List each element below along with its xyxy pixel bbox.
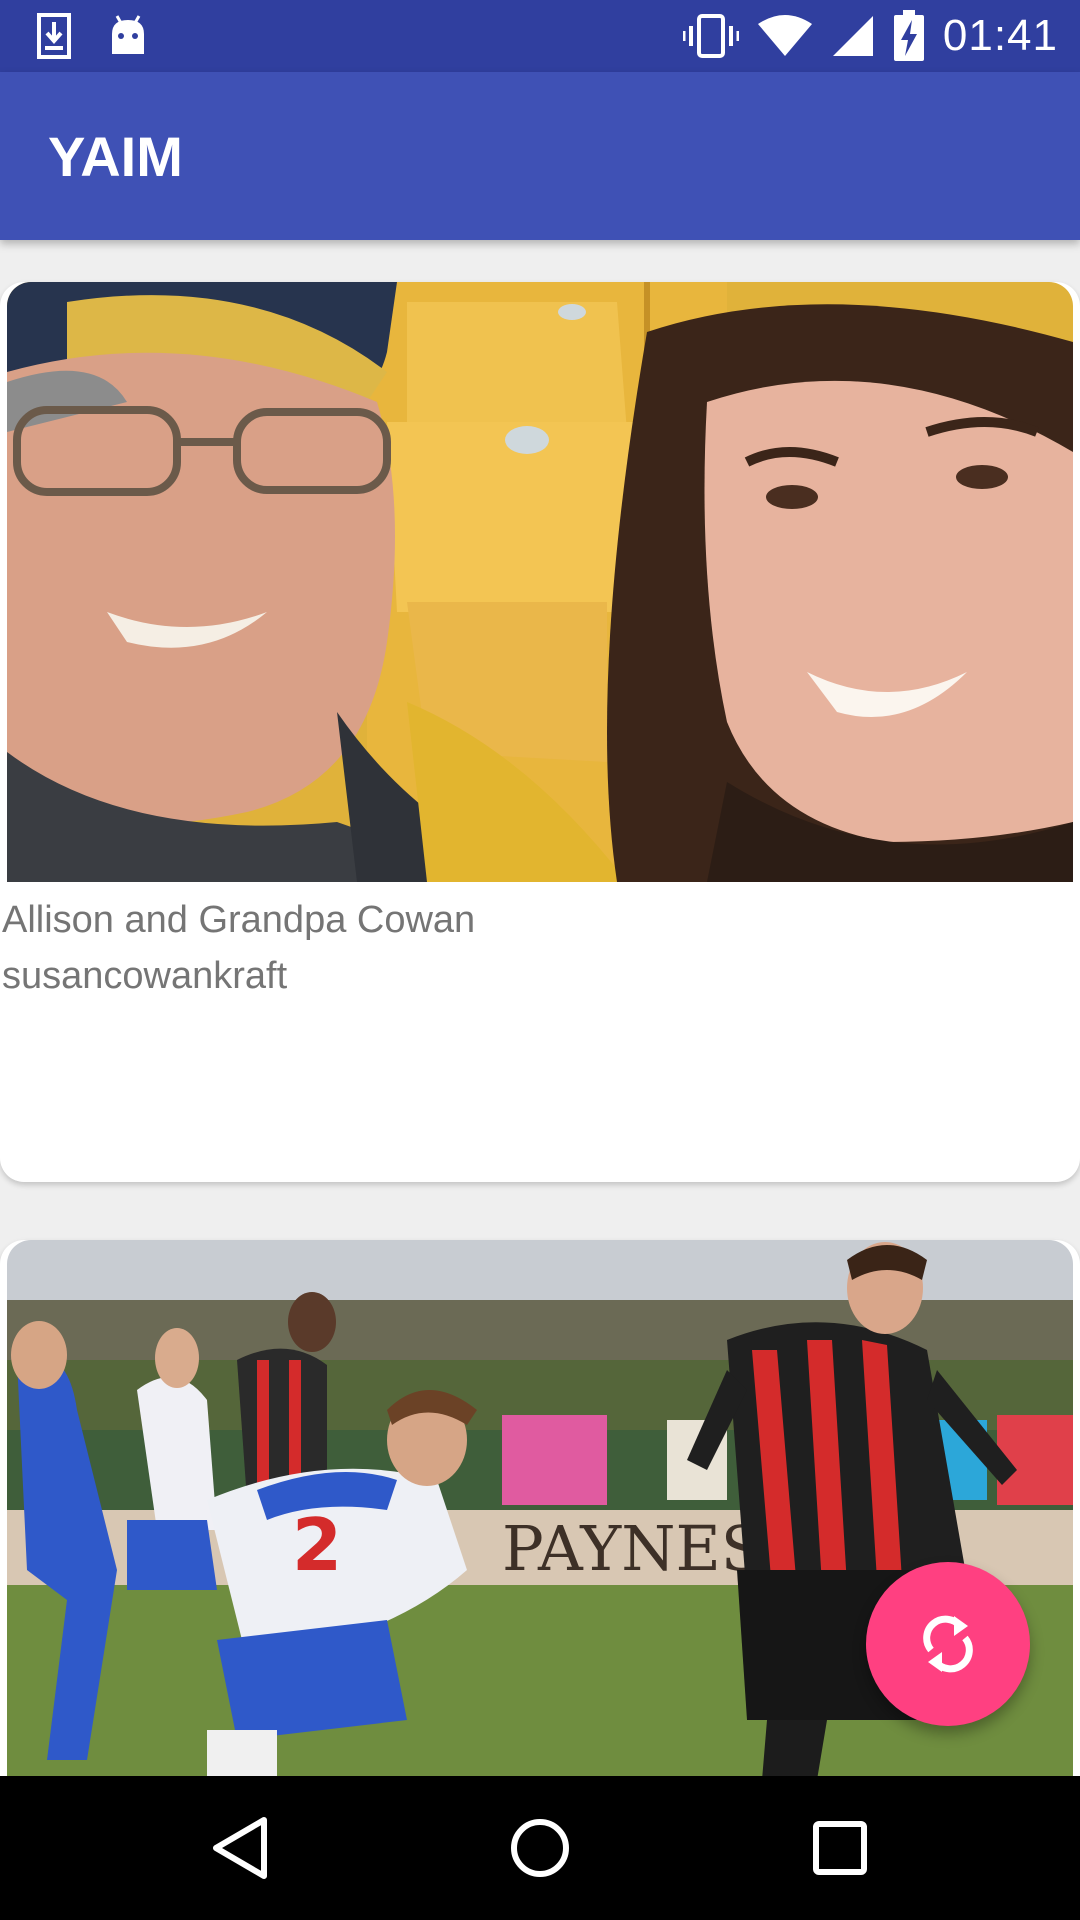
android-icon	[112, 15, 144, 54]
home-button[interactable]	[504, 1812, 576, 1884]
status-time: 01:41	[942, 11, 1058, 60]
signal-icon	[832, 16, 873, 56]
jersey-number: 2	[292, 1503, 342, 1587]
recents-button[interactable]	[804, 1812, 876, 1884]
back-icon	[213, 1817, 267, 1879]
ad-board-text: PAYNES	[502, 1512, 763, 1585]
recents-icon	[813, 1821, 867, 1875]
refresh-button[interactable]	[866, 1562, 1030, 1726]
download-icon	[37, 13, 71, 59]
feed-card[interactable]: Allison and Grandpa Cowan susancowankraf…	[0, 282, 1080, 1182]
screen: 01:41 YAIM Allison and Grandpa Cowan sus…	[0, 0, 1080, 1920]
navigation-bar	[0, 1776, 1080, 1920]
app-title: YAIM	[48, 125, 183, 188]
refresh-icon	[923, 1615, 973, 1673]
wifi-icon	[757, 15, 812, 56]
home-icon	[511, 1819, 569, 1877]
image-feed[interactable]: Allison and Grandpa Cowan susancowankraf…	[0, 240, 1080, 1776]
back-button[interactable]	[204, 1812, 276, 1884]
battery-charging-icon	[893, 10, 924, 61]
vibrate-icon	[682, 14, 739, 58]
card-author[interactable]: susancowankraft	[2, 948, 475, 1004]
card-title: Allison and Grandpa Cowan	[2, 899, 476, 941]
selfie-photo[interactable]	[7, 282, 1073, 882]
app-bar: YAIM	[0, 72, 1080, 240]
status-bar: 01:41	[0, 0, 1080, 72]
card-caption: Allison and Grandpa Cowan susancowankraf…	[0, 892, 475, 1004]
